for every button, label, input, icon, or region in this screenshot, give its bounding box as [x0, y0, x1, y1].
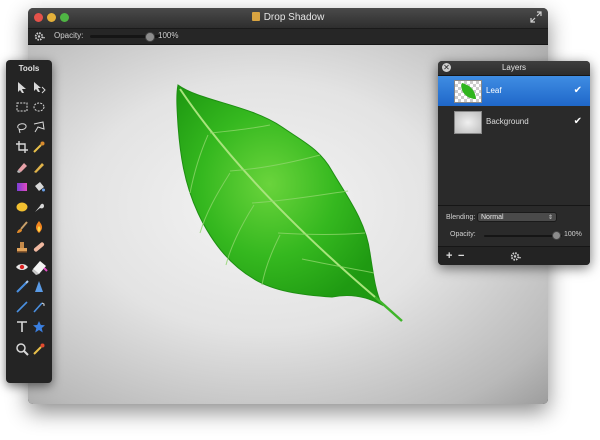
layer-row-background[interactable]: Background ✔	[438, 107, 590, 137]
layer-opacity-slider-knob[interactable]	[552, 231, 561, 240]
layers-list-empty-area	[438, 138, 590, 204]
rect-select-icon[interactable]	[15, 100, 29, 114]
layers-panel-header: ✕ Layers	[438, 61, 590, 76]
document-icon	[251, 12, 260, 21]
layer-name: Leaf	[486, 86, 502, 95]
sharpen-icon[interactable]	[32, 280, 46, 294]
gear-icon[interactable]	[510, 251, 522, 262]
layers-panel: ✕ Layers Leaf ✔ Background ✔ Blending: N…	[438, 61, 590, 265]
add-layer-button[interactable]: +	[446, 250, 452, 262]
eyedropper-icon[interactable]	[32, 140, 46, 154]
leaf-image	[176, 84, 403, 322]
divider	[438, 205, 590, 206]
layer-name: Background	[486, 117, 529, 126]
window-title-text: Drop Shadow	[263, 12, 325, 23]
paint-bucket-icon[interactable]	[32, 180, 46, 194]
visibility-checkbox[interactable]: ✔	[574, 85, 582, 96]
opacity-slider-knob[interactable]	[145, 32, 155, 42]
tools-panel: Tools	[6, 60, 52, 383]
layer-row-leaf[interactable]: Leaf ✔	[438, 76, 590, 106]
eraser-block-icon[interactable]	[30, 258, 48, 276]
sponge-icon[interactable]	[15, 200, 29, 214]
ellipse-select-icon[interactable]	[32, 100, 46, 114]
gear-icon[interactable]	[34, 31, 46, 42]
text-icon[interactable]	[15, 320, 29, 334]
visibility-checkbox[interactable]: ✔	[574, 116, 582, 127]
pen-icon[interactable]	[15, 280, 29, 294]
layer-opacity-value: 100%	[564, 231, 582, 238]
blending-mode-value: Normal	[481, 214, 504, 221]
brush-icon[interactable]	[15, 220, 29, 234]
red-eye-icon[interactable]	[15, 260, 29, 274]
layer-opacity-label: Opacity:	[450, 231, 476, 238]
gradient-icon[interactable]	[15, 180, 29, 194]
remove-layer-button[interactable]: −	[458, 250, 464, 262]
leaf-thumbnail-icon	[461, 83, 476, 99]
lasso-icon[interactable]	[15, 120, 29, 134]
opacity-label: Opacity:	[54, 31, 84, 40]
line-icon[interactable]	[15, 300, 29, 314]
tools-panel-title: Tools	[18, 64, 40, 73]
layers-panel-footer: + −	[438, 246, 590, 265]
layer-thumbnail	[454, 80, 482, 103]
heal-icon[interactable]	[32, 240, 46, 254]
pencil-icon[interactable]	[32, 160, 46, 174]
shape-star-icon[interactable]	[32, 320, 46, 334]
window-title: Drop Shadow	[28, 12, 548, 23]
eraser-icon[interactable]	[15, 160, 29, 174]
curve-pen-icon[interactable]	[32, 300, 46, 314]
title-bar: Drop Shadow	[28, 8, 548, 29]
blending-label: Blending:	[446, 214, 476, 221]
move-icon[interactable]	[32, 80, 46, 94]
zoom-icon[interactable]	[15, 342, 29, 356]
chevron-updown-icon: ⇕	[547, 215, 553, 221]
stamp-icon[interactable]	[15, 240, 29, 254]
fullscreen-icon[interactable]	[530, 11, 542, 23]
pointer-icon[interactable]	[15, 80, 29, 94]
burn-icon[interactable]	[32, 220, 46, 234]
options-toolbar: Opacity: 100%	[28, 29, 548, 45]
color-picker-icon[interactable]	[32, 342, 46, 356]
crop-icon[interactable]	[15, 140, 29, 154]
polygon-lasso-icon[interactable]	[32, 120, 46, 134]
smudge-icon[interactable]	[32, 200, 46, 214]
blending-mode-select[interactable]: Normal ⇕	[477, 212, 557, 222]
layers-panel-title: Layers	[501, 63, 526, 72]
layer-opacity-slider-track[interactable]	[484, 235, 562, 237]
layer-thumbnail	[454, 111, 482, 134]
opacity-value: 100%	[158, 31, 179, 40]
